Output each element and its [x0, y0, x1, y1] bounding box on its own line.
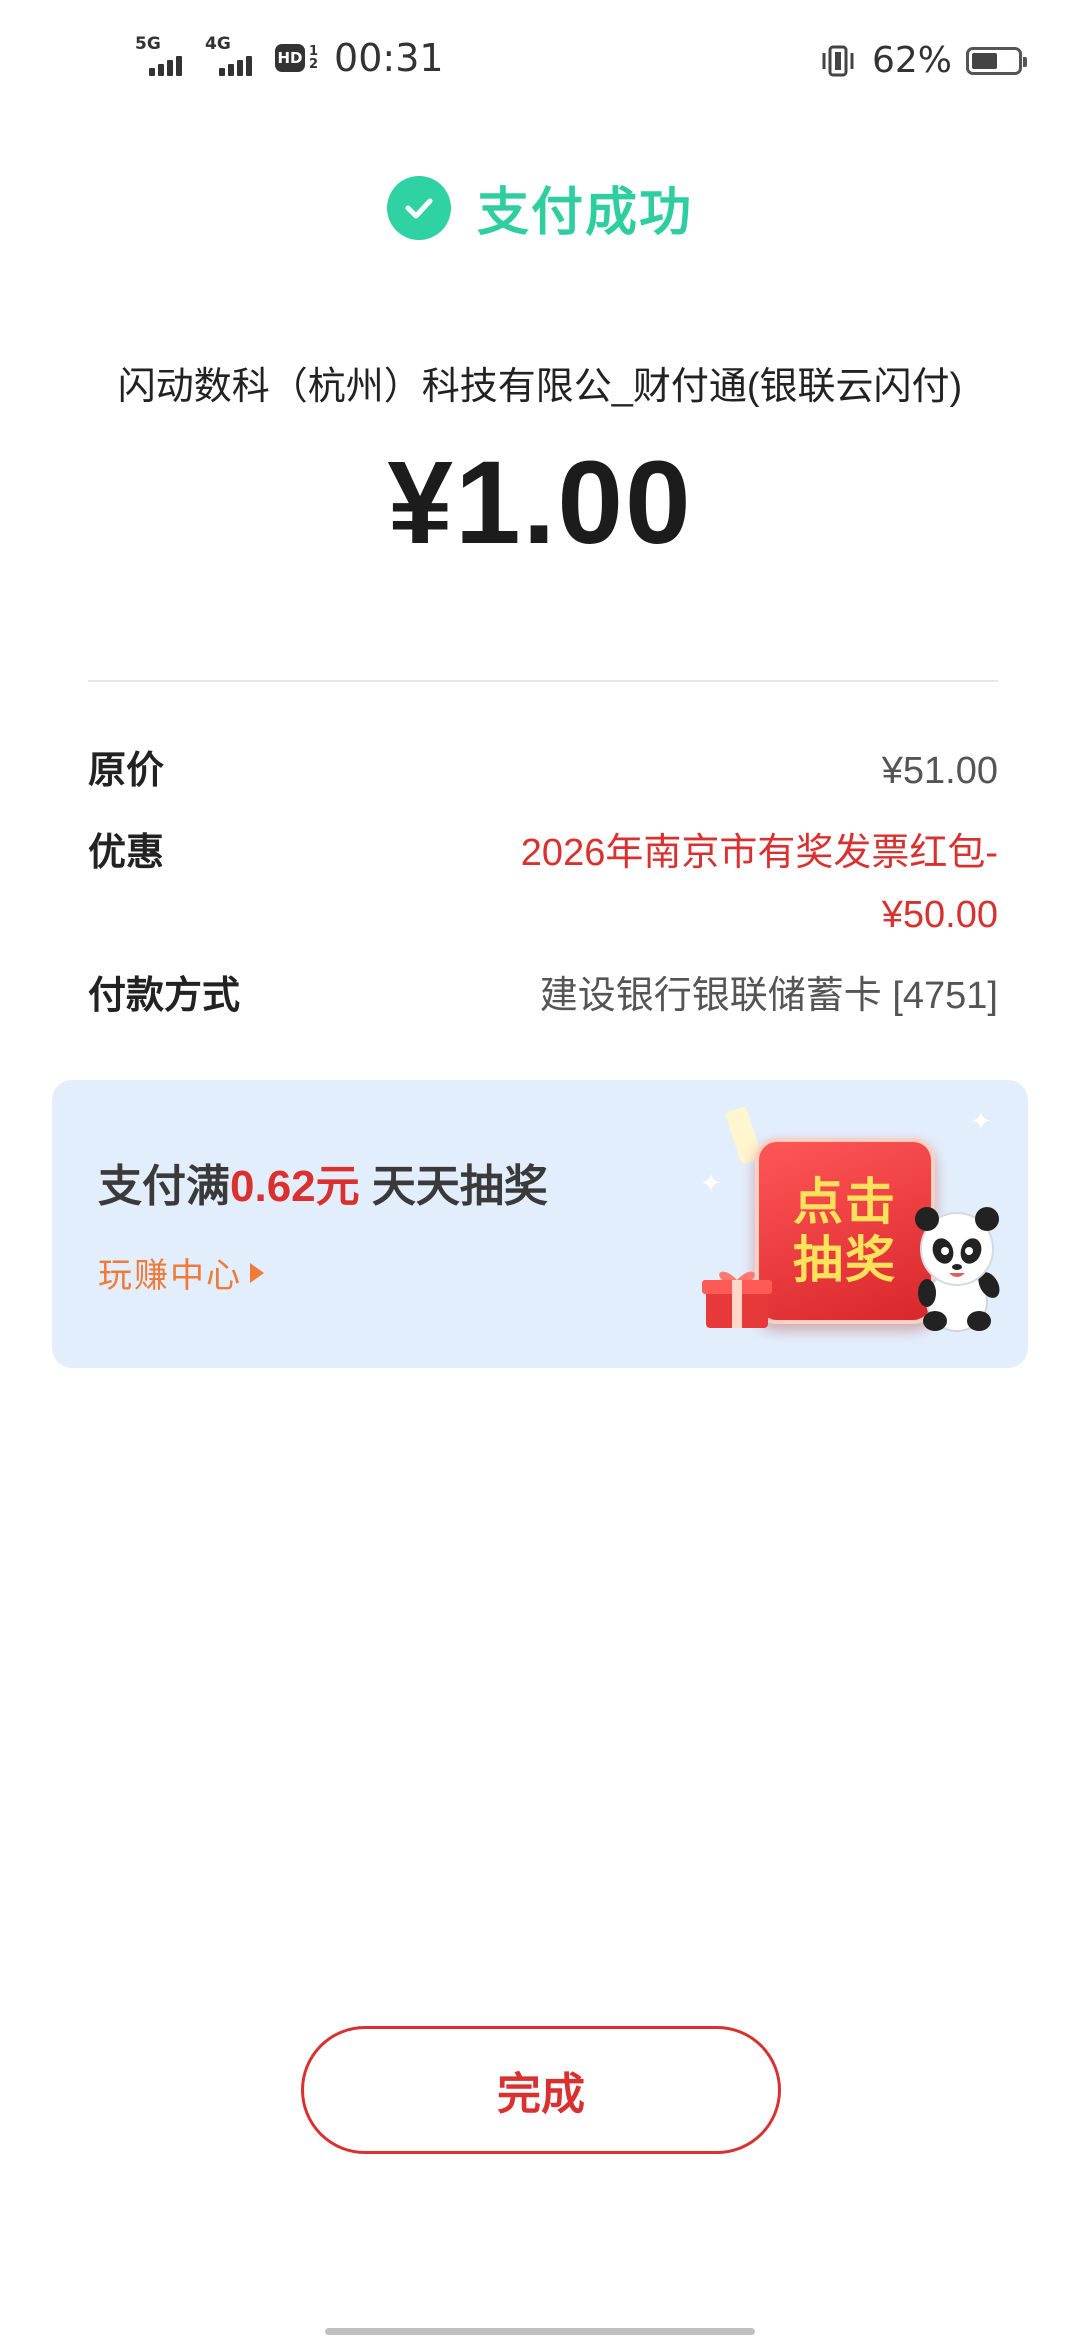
play-earn-center-label: 玩赚中心 — [98, 1257, 242, 1295]
original-price-label: 原价 — [88, 750, 165, 792]
battery-icon — [966, 46, 1027, 75]
lottery-promo-banner[interactable]: 支付满0.62元 天天抽奖 玩赚中心 ✦ ✦ 点击 抽奖 — [52, 1080, 1028, 1368]
payment-amount: ¥1.00 — [387, 437, 693, 569]
status-right: 62% — [818, 40, 1027, 81]
payment-method-label: 付款方式 — [88, 975, 241, 1017]
status-time: 00:31 — [334, 36, 444, 80]
promo-title-amount: 0.62元 — [230, 1162, 360, 1211]
vibrate-icon — [822, 45, 854, 76]
signal-sim2-icon: 4G — [205, 34, 265, 82]
sparkle-icon: ✦ — [700, 1168, 722, 1198]
sparkle-icon: ✦ — [970, 1106, 992, 1136]
signal-sim1-icon: 5G — [135, 34, 195, 82]
success-header: 支付成功 — [0, 170, 1080, 245]
home-indicator[interactable] — [325, 2328, 755, 2335]
promo-title-suffix: 天天抽奖 — [359, 1162, 548, 1211]
network-type-sim2: 4G — [205, 34, 231, 54]
hd-voice-icon: HD — [275, 44, 305, 72]
battery-percent: 62% — [871, 40, 952, 81]
draw-lottery-line1: 点击 — [793, 1174, 897, 1230]
hd-sim-indicator: 1 2 — [309, 45, 318, 71]
check-circle-icon — [386, 175, 451, 240]
discount-label: 优惠 — [88, 832, 165, 874]
triangle-right-icon — [250, 1262, 264, 1283]
status-left: 5G 4G HD 1 2 00:31 — [135, 34, 444, 82]
payment-method-value: 建设银行银联储蓄卡 [4751] — [539, 975, 998, 1017]
success-title: 支付成功 — [476, 184, 693, 242]
panda-mascot-icon — [915, 1207, 1000, 1332]
gift-box-icon — [702, 1271, 772, 1328]
hd-sim-bottom: 2 — [309, 57, 319, 72]
merchant-name: 闪动数科（杭州）科技有限公_财付通(银联云闪付) — [117, 366, 963, 408]
battery-fill — [972, 52, 998, 69]
promo-title-prefix: 支付满 — [98, 1162, 230, 1211]
play-earn-center-link[interactable]: 玩赚中心 — [98, 1248, 264, 1297]
network-type-sim1: 5G — [135, 34, 161, 54]
status-bar: 5G 4G HD 1 2 00:31 62% — [0, 0, 1080, 120]
discount-value: 2026年南京市有奖发票红包-¥50.00 — [520, 832, 998, 936]
lottery-artwork[interactable]: ✦ ✦ 点击 抽奖 — [700, 1106, 1010, 1351]
promo-title: 支付满0.62元 天天抽奖 — [98, 1150, 548, 1214]
divider — [88, 680, 998, 682]
original-price-value: ¥51.00 — [881, 750, 998, 792]
draw-lottery-label: 点击 抽奖 — [793, 1173, 897, 1289]
done-button[interactable]: 完成 — [301, 2026, 781, 2154]
draw-lottery-line2: 抽奖 — [793, 1232, 897, 1288]
